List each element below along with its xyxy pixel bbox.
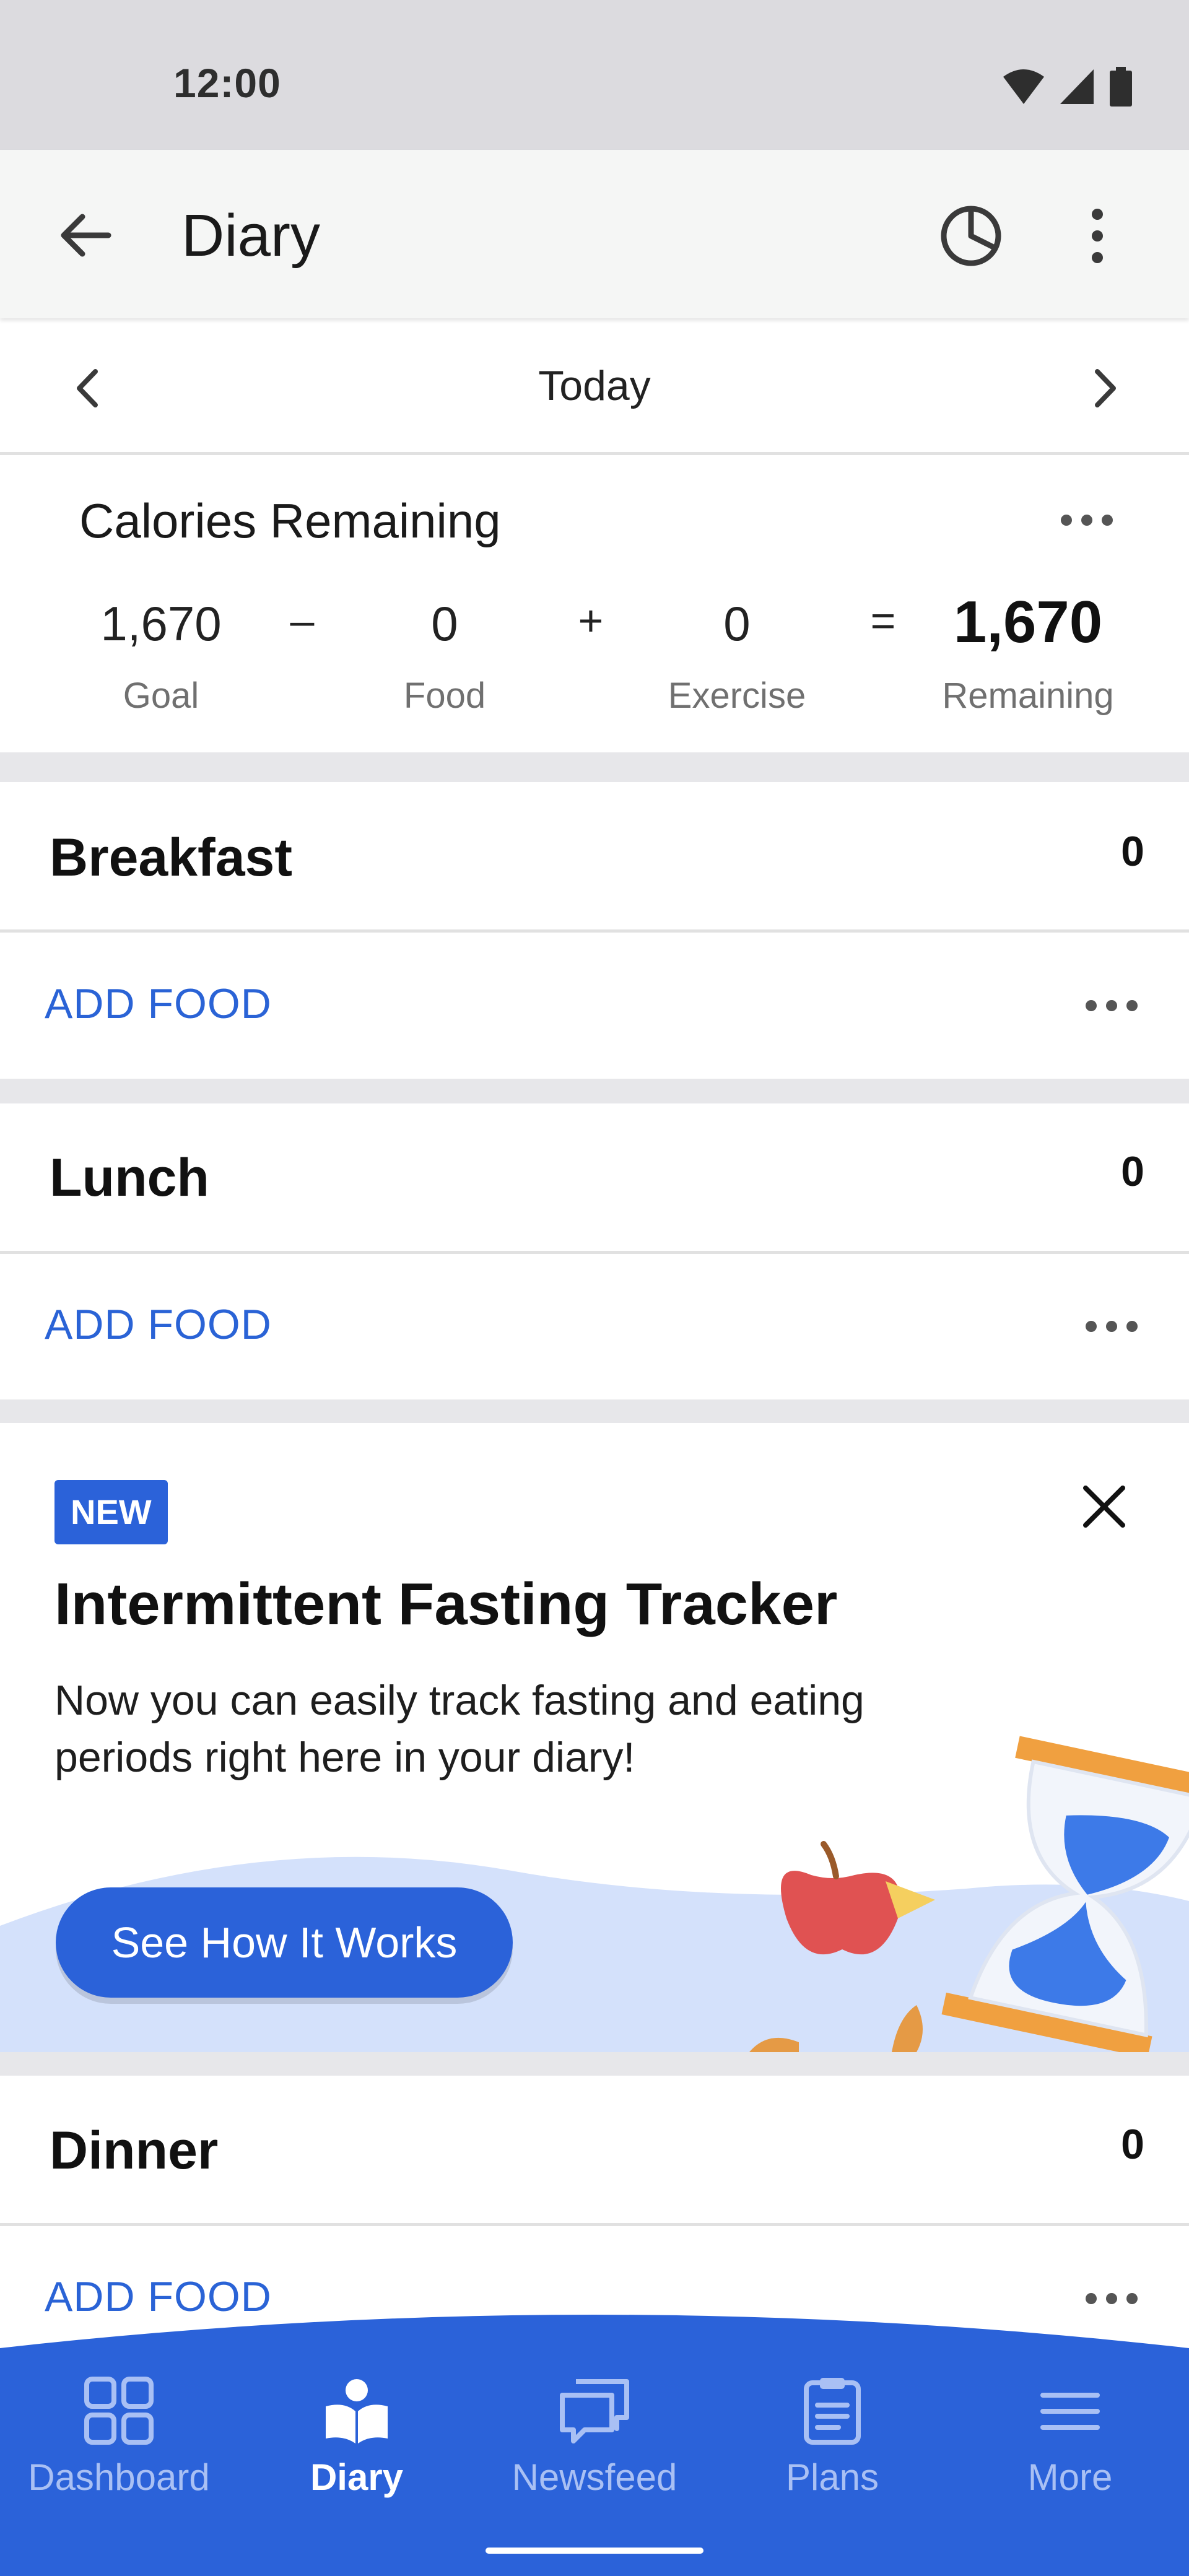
nav-item-more[interactable]: More — [951, 2377, 1189, 2499]
promo-close-button[interactable] — [1070, 1473, 1138, 1541]
more-horiz-icon — [1086, 2293, 1138, 2304]
pie-chart-icon — [941, 206, 1001, 266]
section-divider — [0, 1079, 1189, 1103]
meal-calories-dinner: 0 — [1121, 2121, 1144, 2168]
section-divider — [0, 1399, 1189, 1423]
remaining-label: Remaining — [942, 676, 1114, 716]
new-badge: NEW — [54, 1480, 168, 1544]
section-divider — [0, 2052, 1189, 2076]
status-icons — [1002, 67, 1133, 107]
date-label[interactable]: Today — [0, 362, 1189, 410]
equals-operator: = — [870, 596, 896, 645]
wifi-icon — [1003, 69, 1044, 104]
nav-label-newsfeed: Newsfeed — [512, 2456, 677, 2498]
chevron-right-icon — [1095, 369, 1116, 407]
more-horiz-icon — [1061, 515, 1113, 526]
promo-description: Now you can easily track fasting and eat… — [54, 1677, 865, 1781]
calories-more-button[interactable] — [1053, 495, 1121, 545]
diary-icon — [326, 2379, 388, 2443]
minus-operator: – — [290, 596, 315, 645]
signal-icon — [1060, 69, 1094, 104]
overflow-menu-button[interactable] — [1060, 196, 1135, 276]
dashboard-icon — [84, 2377, 154, 2445]
food-label: Food — [403, 676, 486, 716]
see-how-it-works-button[interactable]: See How It Works — [56, 1887, 513, 1998]
nav-label-more: More — [1027, 2456, 1113, 2498]
remaining-value: 1,670 — [953, 589, 1103, 655]
more-menu-icon — [1040, 2393, 1100, 2430]
back-button[interactable] — [48, 198, 123, 272]
meal-title-lunch: Lunch — [50, 1148, 209, 1208]
battery-icon — [1110, 67, 1132, 107]
newsfeed-icon — [560, 2379, 629, 2443]
close-icon — [1083, 1486, 1125, 1528]
more-horiz-icon — [1086, 1321, 1138, 1332]
home-indicator[interactable] — [486, 2548, 703, 2554]
meal-calories-breakfast: 0 — [1121, 828, 1144, 875]
exercise-value: 0 — [723, 596, 751, 651]
page-title: Diary — [181, 202, 321, 269]
goal-label: Goal — [123, 676, 199, 716]
arrow-back-icon — [61, 214, 111, 257]
nav-item-newsfeed[interactable]: Newsfeed — [476, 2377, 713, 2499]
breakfast-more-button[interactable] — [1078, 981, 1146, 1030]
meal-title-dinner: Dinner — [50, 2121, 219, 2180]
promo-title: Intermittent Fasting Tracker — [54, 1571, 838, 1637]
more-vert-icon — [1092, 209, 1103, 263]
nav-label-dashboard: Dashboard — [28, 2456, 210, 2498]
plans-icon — [804, 2378, 861, 2445]
nav-item-plans[interactable]: Plans — [713, 2377, 951, 2499]
next-day-button[interactable] — [1070, 354, 1138, 422]
section-divider — [0, 752, 1189, 782]
plus-operator: + — [578, 596, 604, 645]
calories-title: Calories Remaining — [79, 494, 501, 548]
add-food-breakfast-button[interactable]: ADD FOOD — [45, 980, 272, 1028]
exercise-label: Exercise — [668, 676, 806, 716]
nav-label-plans: Plans — [785, 2456, 879, 2498]
status-time: 12:00 — [173, 60, 281, 106]
add-food-lunch-button[interactable]: ADD FOOD — [45, 1300, 272, 1349]
nav-label-diary: Diary — [310, 2456, 404, 2498]
lunch-more-button[interactable] — [1078, 1302, 1146, 1351]
nutrition-chart-button[interactable] — [931, 196, 1011, 276]
meal-title-breakfast: Breakfast — [50, 828, 292, 887]
goal-value: 1,670 — [100, 596, 222, 651]
more-horiz-icon — [1086, 1000, 1138, 1011]
meal-calories-lunch: 0 — [1121, 1148, 1144, 1195]
nav-item-diary[interactable]: Diary — [238, 2377, 476, 2499]
food-value: 0 — [431, 596, 458, 651]
nav-item-dashboard[interactable]: Dashboard — [0, 2377, 238, 2499]
